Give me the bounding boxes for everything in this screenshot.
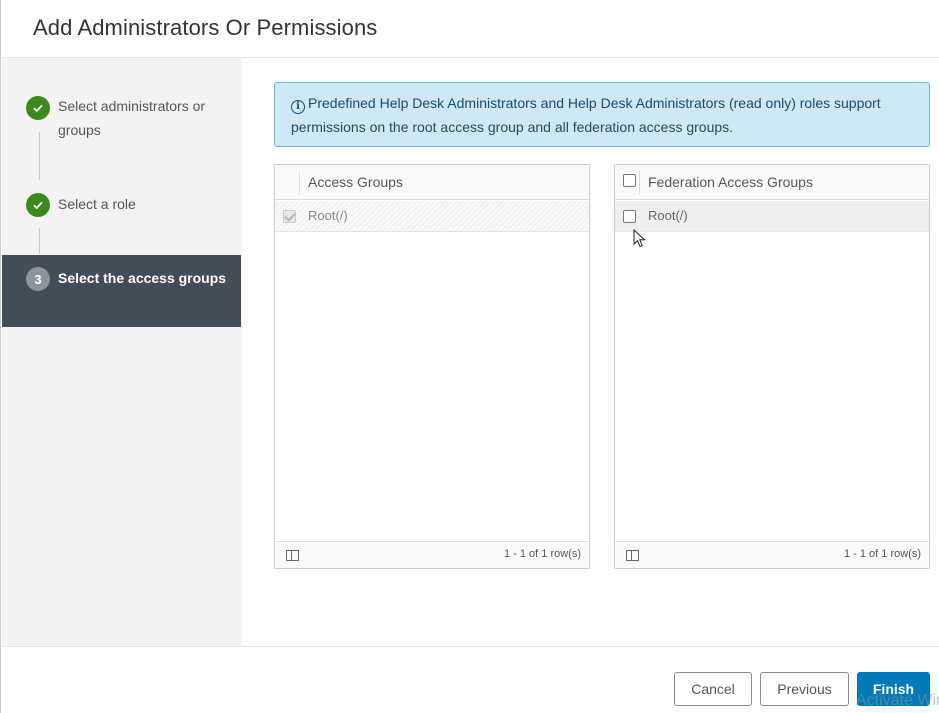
step-select-role[interactable]: Select a role — [2, 192, 241, 218]
dialog-header: Add Administrators Or Permissions — [1, 0, 939, 58]
federation-group-name: Root(/) — [648, 208, 688, 223]
column-separator — [639, 171, 640, 195]
grid-footer: 1 - 1 of 1 row(s) — [615, 541, 929, 568]
step-connector — [39, 132, 40, 180]
row-checkbox-root[interactable] — [623, 210, 636, 223]
previous-button[interactable]: Previous — [760, 672, 849, 706]
step-label: Select the access groups — [58, 270, 227, 286]
info-icon: i — [291, 100, 305, 114]
wizard-content: i Predefined Help Desk Administrators and… — [242, 58, 939, 646]
column-header-federation-access-groups[interactable]: Federation Access Groups — [648, 174, 813, 190]
grid-header: Federation Access Groups — [615, 165, 929, 200]
step-select-access-groups[interactable]: 3 Select the access groups — [2, 255, 241, 327]
step-label: Select a role — [58, 196, 136, 212]
row-count: 1 - 1 of 1 row(s) — [843, 548, 921, 560]
column-header-access-groups[interactable]: Access Groups — [308, 174, 403, 190]
step-complete-check-icon — [26, 96, 50, 120]
step-number-badge: 3 — [26, 267, 50, 291]
grid-footer: 1 - 1 of 1 row(s) — [275, 541, 589, 568]
access-group-name: Root(/) — [308, 208, 348, 223]
wizard-steps-sidebar: Select administrators or groups Select a… — [2, 58, 242, 646]
info-alert: i Predefined Help Desk Administrators and… — [274, 82, 930, 147]
column-toggle-icon[interactable] — [626, 550, 639, 561]
step-connector — [39, 228, 40, 254]
column-toggle-icon[interactable] — [286, 550, 299, 561]
select-all-checkbox[interactable] — [623, 174, 636, 187]
row-checkbox-root — [283, 210, 296, 223]
add-permissions-dialog: Add Administrators Or Permissions Select… — [0, 0, 939, 713]
mouse-pointer-icon — [633, 229, 646, 248]
row-count: 1 - 1 of 1 row(s) — [503, 548, 581, 560]
table-row[interactable]: Root(/) — [615, 201, 929, 232]
activate-windows-watermark: Activate Windows — [856, 692, 939, 709]
federation-access-groups-grid: Federation Access Groups Root(/) 1 - 1 o… — [614, 164, 930, 569]
alert-text: Predefined Help Desk Administrators and … — [291, 95, 881, 135]
step-label: Select administrators or groups — [58, 98, 206, 138]
cancel-button[interactable]: Cancel — [674, 672, 752, 706]
grid-header: Access Groups — [275, 165, 589, 200]
dialog-footer: Cancel Previous Finish — [1, 646, 939, 713]
step-complete-check-icon — [26, 193, 50, 217]
table-row: Root(/) — [275, 201, 589, 232]
column-separator — [299, 171, 300, 195]
access-groups-grid: Access Groups Root(/) 1 - 1 of 1 row(s) — [274, 164, 590, 569]
dialog-title: Add Administrators Or Permissions — [33, 15, 378, 40]
step-select-administrators[interactable]: Select administrators or groups — [2, 94, 241, 144]
